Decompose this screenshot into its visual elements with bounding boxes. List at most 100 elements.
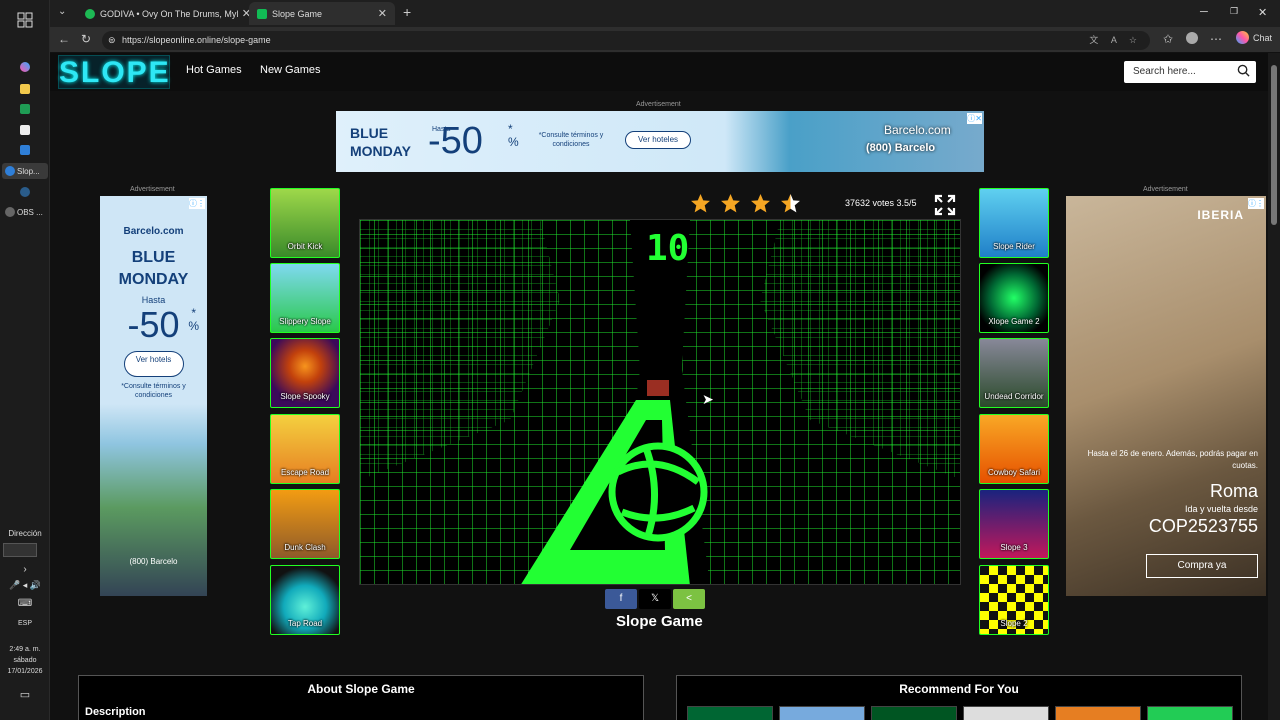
game-thumb-orbit-kick[interactable]: Orbit Kick (270, 188, 340, 258)
chevron-right-icon[interactable]: › (0, 564, 50, 575)
recommend-thumb[interactable] (779, 706, 865, 720)
address-bar: ← ↻ ⊜ https://slopeonline.online/slope-g… (50, 27, 1280, 53)
notification-icon[interactable]: ▭ (0, 688, 50, 701)
game-thumb-slippery-slope[interactable]: Slippery Slope (270, 263, 340, 333)
neon-grid-scene (360, 220, 960, 584)
site-logo[interactable]: SLOPE (58, 55, 170, 89)
tab-close-icon[interactable]: ✕ (378, 7, 387, 20)
language-indicator[interactable]: ESP (0, 620, 50, 627)
recommend-heading: Recommend For You (899, 682, 1019, 696)
mouse-cursor-icon: ➤ (702, 391, 714, 407)
game-thumb-cowboy-safari[interactable]: Cowboy Safari (979, 414, 1049, 484)
copilot-chat-button[interactable]: Chat (1235, 31, 1272, 44)
game-thumb-slope-spooky[interactable]: Slope Spooky (270, 338, 340, 408)
game-canvas[interactable]: 10 (359, 219, 961, 585)
ad-label: Advertisement (130, 186, 175, 193)
star-icon[interactable] (780, 193, 801, 214)
ad-compra-ya-button[interactable]: Compra ya (1146, 554, 1258, 578)
start-grid-icon[interactable] (0, 12, 50, 31)
about-heading: About Slope Game (307, 682, 415, 696)
game-thumb-dunk-clash[interactable]: Dunk Clash (270, 489, 340, 559)
game-thumb-tap-road[interactable]: Tap Road (270, 565, 340, 635)
ad-ver-hotels-button[interactable]: Ver hotels (123, 351, 184, 377)
new-tab-plus-icon[interactable]: + (403, 4, 411, 20)
ad-footer: (800) Barcelo (129, 557, 178, 566)
profile-avatar-icon[interactable] (1186, 32, 1198, 47)
x-share-button[interactable]: 𝕏 (639, 589, 671, 609)
game-thumb-slope-rider[interactable]: Slope Rider (979, 188, 1049, 258)
address-bar-actions-icon[interactable]: 文 A ☆ (1089, 31, 1142, 50)
recommend-thumb[interactable] (1055, 706, 1141, 720)
maximize-icon[interactable]: ❐ (1230, 6, 1238, 17)
search-icon[interactable] (1237, 64, 1250, 77)
recommend-thumb[interactable] (687, 706, 773, 720)
tab-list-chevron-icon[interactable]: ⌄ (58, 6, 66, 17)
ad-city: Roma (1209, 481, 1258, 501)
minimize-icon[interactable]: ─ (1200, 6, 1208, 18)
url-field[interactable]: ⊜ https://slopeonline.online/slope-game … (102, 31, 1150, 50)
ad-headline: BLUE (131, 249, 176, 266)
left-skyscraper-ad[interactable]: Barcelo.com BLUE MONDAY Hasta -50 * % Ve… (100, 196, 207, 596)
outlook-icon[interactable] (0, 145, 50, 158)
refresh-icon[interactable]: ↻ (81, 32, 91, 46)
tab-slope-game[interactable]: Slope Game ✕ (249, 2, 395, 25)
ad-info-icon[interactable]: ⓘ✕ (967, 113, 982, 124)
clock-time[interactable]: 2:49 a. m. (0, 646, 50, 653)
site-info-icon[interactable]: ⊜ (108, 31, 116, 50)
share-buttons: f 𝕏 < (605, 589, 705, 609)
right-skyscraper-ad[interactable]: IBERIA Hasta el 26 de enero. Además, pod… (1066, 196, 1266, 596)
description-label: Description (85, 706, 146, 718)
tab-godiva[interactable]: GODIVA • Ovy On The Drums, Myl ✕ (77, 2, 259, 25)
ad-headline: MONDAY (350, 143, 411, 159)
tab-bar: ⌄ GODIVA • Ovy On The Drums, Myl ✕ Slope… (50, 0, 1280, 27)
nav-new-games[interactable]: New Games (260, 64, 321, 76)
game-thumb-xlope-game-2[interactable]: Xlope Game 2 (979, 263, 1049, 333)
star-icon[interactable] (720, 193, 741, 214)
facebook-share-button[interactable]: f (605, 589, 637, 609)
ad-ver-hoteles-button[interactable]: Ver hoteles (625, 131, 691, 149)
keyboard-icon[interactable]: ⌨ (0, 598, 50, 609)
file-explorer-icon[interactable] (0, 84, 50, 97)
nav-hot-games[interactable]: Hot Games (186, 64, 242, 76)
direction-input[interactable] (3, 543, 37, 557)
close-window-icon[interactable]: ✕ (1258, 6, 1267, 19)
star-icon[interactable] (690, 193, 711, 214)
copilot-icon[interactable] (0, 62, 50, 75)
back-arrow-icon[interactable]: ← (58, 32, 70, 46)
clock-date: 17/01/2026 (7, 668, 43, 675)
game-thumb-slope-2[interactable]: Slope 2 (979, 565, 1049, 635)
ad-brand: Barcelo.com (123, 226, 184, 237)
ad-trip: Ida y vuelta desde (1184, 504, 1258, 514)
more-menu-icon[interactable]: ⋯ (1210, 32, 1222, 46)
app-icon[interactable] (0, 125, 50, 138)
scrollbar-thumb[interactable] (1271, 65, 1277, 225)
rating-stars[interactable] (690, 193, 801, 214)
game-thumb-undead-corridor[interactable]: Undead Corridor (979, 338, 1049, 408)
ad-label: Advertisement (636, 101, 681, 108)
game-thumb-slope-3[interactable]: Slope 3 (979, 489, 1049, 559)
fullscreen-icon[interactable] (934, 194, 956, 216)
page-scrollbar[interactable] (1268, 53, 1280, 720)
excel-icon[interactable] (0, 104, 50, 117)
star-icon[interactable] (750, 193, 771, 214)
recommend-thumb[interactable] (871, 706, 957, 720)
ad-note: *Consulte términos y condiciones (121, 383, 186, 399)
direction-label: Dirección (8, 529, 42, 538)
ad-discount: -50 (428, 120, 483, 162)
search-input[interactable]: Search here... (1124, 61, 1256, 83)
taskbar-app-slope[interactable]: Slop... (2, 163, 48, 179)
steam-icon[interactable] (0, 187, 50, 200)
recommend-thumb[interactable] (1147, 706, 1233, 720)
share-button[interactable]: < (673, 589, 705, 609)
favorites-icon[interactable]: ✩ (1163, 32, 1173, 46)
taskbar-app-obs[interactable]: OBS ... (2, 204, 48, 220)
system-tray-icons[interactable]: 🎤 ◂ 🔊 (0, 580, 50, 591)
about-panel: About Slope Game Description (78, 675, 644, 720)
recommend-thumb[interactable] (963, 706, 1049, 720)
ad-headline: MONDAY (118, 271, 189, 288)
ad-label: Advertisement (1143, 186, 1188, 193)
ad-info-icon[interactable]: ⓘ⋮ (189, 198, 205, 209)
ad-info-icon[interactable]: ⓘ⋮ (1248, 198, 1264, 209)
game-thumb-escape-road[interactable]: Escape Road (270, 414, 340, 484)
top-banner-ad[interactable]: BLUE MONDAY Hasta -50 * % *Consulte térm… (336, 111, 984, 172)
